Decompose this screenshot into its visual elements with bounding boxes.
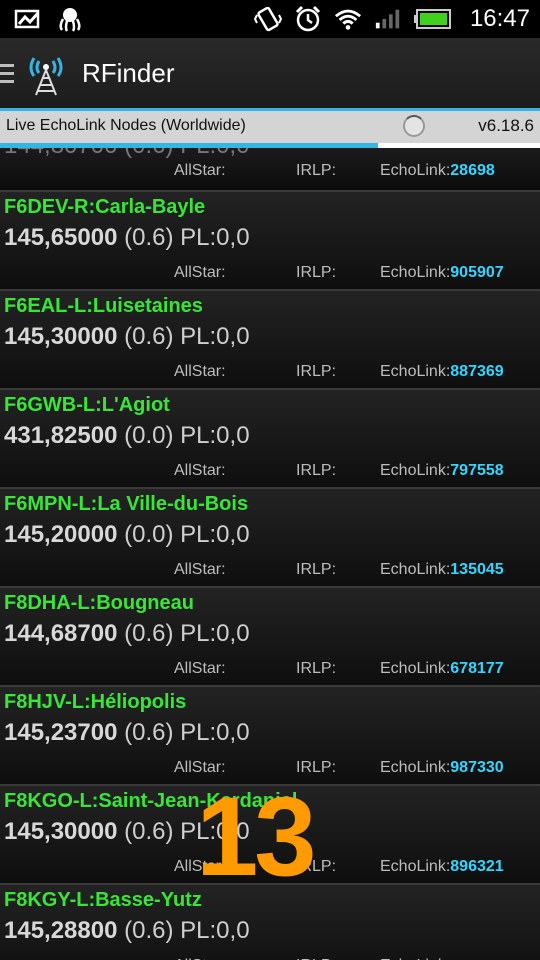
node-name: F6GWB-L:L'Agiot bbox=[4, 394, 170, 416]
echolink-number: 905907 bbox=[450, 264, 504, 281]
frequency-value: 145,30000 bbox=[4, 323, 118, 350]
list-item[interactable]: F6GWB-L:L'Agiot 431,82500 (0.0) PL:0,0 A… bbox=[0, 390, 540, 489]
echolink-info: EchoLink:905907 bbox=[380, 264, 504, 282]
list-item[interactable]: 144,80700 (0.6) PL:0,0 AllStar: IRLP: Ec… bbox=[0, 148, 540, 192]
node-frequency: 431,82500 (0.0) PL:0,0 bbox=[4, 422, 250, 450]
echolink-label: EchoLink: bbox=[380, 162, 451, 179]
frequency-value: 145,28800 bbox=[4, 917, 118, 944]
image-icon bbox=[14, 7, 42, 31]
node-name: F6EAL-L:Luisetaines bbox=[4, 295, 203, 317]
info-bar: Live EchoLink Nodes (Worldwide) v6.18.6 bbox=[0, 108, 540, 148]
echolink-number: 28698 bbox=[450, 162, 495, 179]
overlay-number: 13 bbox=[196, 774, 317, 899]
allstar-label: AllStar: bbox=[174, 660, 226, 677]
pl-value: PL:0,0 bbox=[180, 917, 250, 944]
app-title: RFinder bbox=[82, 57, 175, 88]
offset-value: (0.6) bbox=[124, 917, 174, 944]
status-bar: 16:47 bbox=[0, 0, 540, 38]
offset-value: (0.6) bbox=[124, 620, 174, 647]
allstar-label: AllStar: bbox=[174, 363, 226, 380]
echolink-info: EchoLink:896321 bbox=[380, 858, 504, 876]
pl-value: PL:0,0 bbox=[180, 224, 250, 251]
radio-tower-icon[interactable] bbox=[28, 50, 64, 96]
node-name: F6DEV-R:Carla-Bayle bbox=[4, 196, 206, 218]
echolink-label: EchoLink: bbox=[380, 363, 451, 380]
echolink-label: EchoLink: bbox=[380, 561, 451, 578]
irlp-label: IRLP: bbox=[296, 462, 337, 479]
frequency-value: 431,82500 bbox=[4, 422, 118, 449]
frequency-value: 145,30000 bbox=[4, 818, 118, 845]
pl-value: PL:0,0 bbox=[180, 620, 250, 647]
loading-spinner-icon bbox=[403, 115, 425, 137]
pl-value: PL:0,0 bbox=[180, 521, 250, 548]
frequency-value: 145,65000 bbox=[4, 224, 118, 251]
echolink-label: EchoLink: bbox=[380, 759, 451, 776]
echolink-label: EchoLink: bbox=[380, 858, 451, 875]
echolink-number: 797558 bbox=[450, 462, 504, 479]
pl-value: PL:0,0 bbox=[180, 422, 250, 449]
echolink-label: EchoLink: bbox=[380, 660, 451, 677]
offset-value: (0.6) bbox=[124, 719, 174, 746]
node-name: F8DHA-L:Bougneau bbox=[4, 592, 194, 614]
echolink-number: 987330 bbox=[450, 759, 504, 776]
echolink-label: EchoLink: bbox=[380, 264, 451, 281]
echolink-label: EchoLink: bbox=[380, 462, 451, 479]
node-name: F8KGY-L:Basse-Yutz bbox=[4, 889, 202, 911]
irlp-label: IRLP: bbox=[296, 660, 337, 677]
echolink-number: 887369 bbox=[450, 363, 504, 380]
node-frequency: 145,28800 (0.6) PL:0,0 bbox=[4, 917, 250, 945]
echolink-info: EchoLink:135045 bbox=[380, 561, 504, 579]
octopus-icon bbox=[56, 7, 84, 32]
node-name: F6MPN-L:La Ville-du-Bois bbox=[4, 493, 249, 515]
action-bar: RFinder bbox=[0, 38, 540, 108]
echolink-number: 896321 bbox=[450, 858, 504, 875]
vibrate-icon bbox=[253, 6, 282, 32]
clock-time: 16:47 bbox=[469, 5, 530, 32]
allstar-label: AllStar: bbox=[174, 162, 226, 179]
pl-value: PL:0,0 bbox=[180, 323, 250, 350]
echolink-info: EchoLink:678177 bbox=[380, 660, 504, 678]
allstar-label: AllStar: bbox=[174, 561, 226, 578]
node-name: F8HJV-L:Héliopolis bbox=[4, 691, 187, 713]
signal-icon bbox=[374, 7, 402, 31]
offset-value: (0.6) bbox=[124, 224, 174, 251]
irlp-label: IRLP: bbox=[296, 363, 337, 380]
list-item[interactable]: F6EAL-L:Luisetaines 145,30000 (0.6) PL:0… bbox=[0, 291, 540, 390]
echolink-info: EchoLink:887369 bbox=[380, 363, 504, 381]
offset-value: (0.6) bbox=[124, 323, 174, 350]
offset-value: (0.0) bbox=[124, 422, 174, 449]
node-frequency: 144,68700 (0.6) PL:0,0 bbox=[4, 620, 250, 648]
list-source-label: Live EchoLink Nodes (Worldwide) bbox=[6, 117, 246, 134]
node-frequency: 144,80700 (0.6) PL:0,0 bbox=[4, 148, 250, 160]
node-frequency: 145,23700 (0.6) PL:0,0 bbox=[4, 719, 250, 747]
allstar-label: AllStar: bbox=[174, 462, 226, 479]
echolink-number: 135045 bbox=[450, 561, 504, 578]
wifi-icon bbox=[334, 7, 362, 31]
node-frequency: 145,20000 (0.0) PL:0,0 bbox=[4, 521, 250, 549]
offset-value: (0.0) bbox=[124, 521, 174, 548]
offset-value: (0.6) bbox=[124, 818, 174, 845]
hamburger-icon[interactable] bbox=[0, 63, 20, 83]
pl-value: PL:0,0 bbox=[180, 719, 250, 746]
version-label: v6.18.6 bbox=[478, 116, 534, 135]
irlp-label: IRLP: bbox=[296, 264, 337, 281]
irlp-label: IRLP: bbox=[296, 561, 337, 578]
echolink-info: EchoLink:28698 bbox=[380, 162, 495, 180]
list-item[interactable]: F6MPN-L:La Ville-du-Bois 145,20000 (0.0)… bbox=[0, 489, 540, 588]
frequency-value: 145,20000 bbox=[4, 521, 118, 548]
echolink-info: EchoLink:987330 bbox=[380, 759, 504, 777]
node-frequency: 145,30000 (0.6) PL:0,0 bbox=[4, 323, 250, 351]
alarm-icon bbox=[294, 5, 322, 32]
irlp-label: IRLP: bbox=[296, 162, 337, 179]
node-frequency: 145,65000 (0.6) PL:0,0 bbox=[4, 224, 250, 252]
allstar-label: AllStar: bbox=[174, 264, 226, 281]
list-item[interactable]: F6DEV-R:Carla-Bayle 145,65000 (0.6) PL:0… bbox=[0, 192, 540, 291]
battery-icon bbox=[413, 7, 454, 31]
echolink-number: 678177 bbox=[450, 660, 504, 677]
list-item[interactable]: F8DHA-L:Bougneau 144,68700 (0.6) PL:0,0 … bbox=[0, 588, 540, 687]
frequency-value: 145,23700 bbox=[4, 719, 118, 746]
frequency-value: 144,68700 bbox=[4, 620, 118, 647]
echolink-info: EchoLink:797558 bbox=[380, 462, 504, 480]
